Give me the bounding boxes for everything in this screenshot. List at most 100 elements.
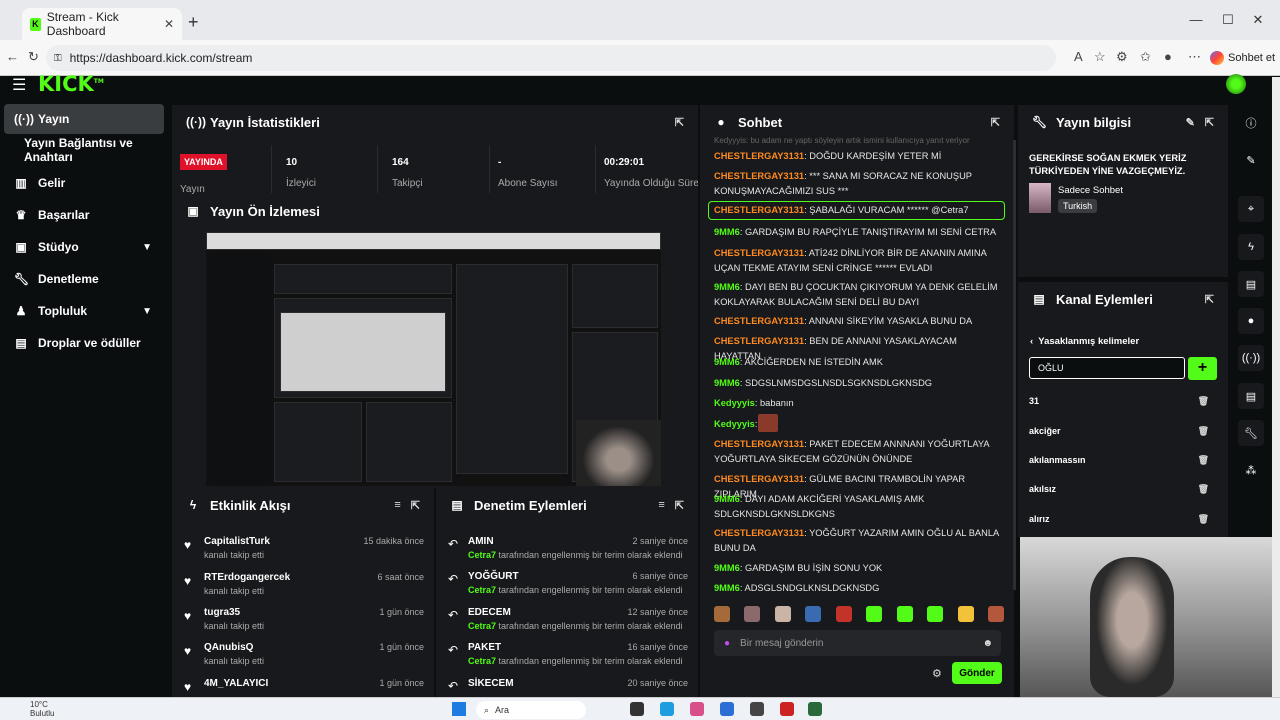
favorite-icon[interactable]: ☆ bbox=[1094, 49, 1106, 65]
chat-username[interactable]: 9MM6 bbox=[714, 282, 740, 292]
add-banned-word-button[interactable]: + bbox=[1188, 357, 1217, 380]
page-scrollbar[interactable] bbox=[1272, 77, 1280, 697]
app-icon[interactable] bbox=[808, 702, 822, 716]
profile-icon[interactable]: ● bbox=[1164, 49, 1172, 64]
sidebar-item-denetleme[interactable]: 🔧︎ Denetleme bbox=[4, 264, 164, 294]
chat-username[interactable]: 9MM6 bbox=[714, 378, 740, 388]
emote-icon[interactable] bbox=[744, 606, 761, 622]
sidebar-item-gelir[interactable]: ▥ Gelir bbox=[4, 168, 164, 198]
chat-icon[interactable]: ● bbox=[1238, 308, 1264, 334]
chat-username[interactable]: CHESTLERGAY3131 bbox=[714, 248, 804, 258]
stream-preview-video[interactable] bbox=[206, 232, 661, 486]
popout-icon[interactable]: ⇱ bbox=[991, 116, 1000, 129]
emoji-icon[interactable]: ☻ bbox=[982, 638, 993, 649]
chat-username[interactable]: CHESTLERGAY3131 bbox=[714, 474, 804, 484]
close-window-icon[interactable]: ✕ bbox=[1248, 12, 1268, 28]
edit-icon[interactable]: ✎ bbox=[1238, 147, 1264, 173]
trash-icon[interactable]: 🗑︎ bbox=[1198, 396, 1209, 407]
emote-icon[interactable] bbox=[896, 606, 913, 622]
filter-icon[interactable]: ≡ bbox=[394, 499, 400, 511]
back-icon[interactable]: ← bbox=[6, 49, 19, 64]
chat-username[interactable]: 9MM6 bbox=[714, 583, 740, 593]
chat-username[interactable]: 9MM6 bbox=[714, 494, 740, 504]
address-bar[interactable]: ⚿ https://dashboard.kick.com/stream bbox=[46, 45, 1056, 71]
popout-icon[interactable]: ⇱ bbox=[411, 499, 420, 512]
broadcast-icon[interactable]: ((·)) bbox=[1238, 345, 1264, 371]
actions-icon[interactable]: ▤ bbox=[1238, 383, 1264, 409]
follower-name[interactable]: RTErdogangercek bbox=[204, 572, 290, 583]
follower-name[interactable]: tugra35 bbox=[204, 607, 240, 618]
chat-username[interactable]: CHESTLERGAY3131 bbox=[714, 171, 804, 181]
emote-icon[interactable] bbox=[805, 606, 822, 622]
banned-word-input[interactable]: OĞLU bbox=[1029, 357, 1185, 379]
browser-tab[interactable]: K Stream - Kick Dashboard ✕ bbox=[22, 8, 182, 40]
undo-icon[interactable]: ↶ bbox=[448, 608, 458, 622]
send-button[interactable]: Gönder bbox=[952, 662, 1002, 684]
chat-username[interactable]: 9MM6 bbox=[714, 227, 740, 237]
capture-icon[interactable]: ⌖ bbox=[1238, 196, 1264, 222]
undo-icon[interactable]: ↶ bbox=[448, 537, 458, 551]
follower-name[interactable]: 4M_YALAYICI bbox=[204, 678, 268, 689]
chat-username[interactable]: CHESTLERGAY3131 bbox=[714, 316, 804, 326]
chat-username[interactable]: CHESTLERGAY3131 bbox=[714, 528, 804, 538]
chat-username[interactable]: CHESTLERGAY3131 bbox=[714, 439, 804, 449]
app-icon[interactable] bbox=[690, 702, 704, 716]
popout-icon[interactable]: ⇱ bbox=[675, 499, 684, 512]
trash-icon[interactable]: 🗑︎ bbox=[1198, 426, 1209, 437]
minimize-icon[interactable]: — bbox=[1186, 12, 1206, 27]
trash-icon[interactable]: 🗑︎ bbox=[1198, 514, 1209, 525]
lightning-icon[interactable]: ϟ bbox=[1238, 234, 1264, 260]
microphone-icon[interactable]: ● bbox=[724, 638, 730, 649]
undo-icon[interactable]: ↶ bbox=[448, 643, 458, 657]
avatar[interactable] bbox=[1226, 74, 1246, 94]
reload-icon[interactable]: ↻ bbox=[28, 49, 39, 65]
kick-logo[interactable]: KICKTM bbox=[38, 72, 104, 96]
mail-icon[interactable] bbox=[720, 702, 734, 716]
chat-input[interactable]: ● Bir mesaj gönderin ☻ bbox=[714, 630, 1001, 656]
emote-icon[interactable] bbox=[866, 606, 883, 622]
chat-username[interactable]: CHESTLERGAY3131 bbox=[714, 151, 804, 161]
follower-name[interactable]: CapitalistTurk bbox=[204, 536, 270, 547]
weather-widget[interactable]: 10°C Bulutlu bbox=[30, 700, 54, 718]
emote-icon[interactable] bbox=[714, 606, 730, 622]
wrench-icon[interactable]: 🔧︎ bbox=[1238, 420, 1264, 446]
filter-icon[interactable]: ≡ bbox=[658, 499, 664, 511]
edge-icon[interactable] bbox=[660, 702, 674, 716]
follower-name[interactable]: QAnubisQ bbox=[204, 642, 253, 653]
favorites-bar-icon[interactable]: ✩ bbox=[1140, 49, 1151, 65]
sidebar-item-droplar[interactable]: ▤ Droplar ve ödüller bbox=[4, 328, 164, 358]
chat-settings-icon[interactable]: ⚙ bbox=[932, 667, 942, 680]
emote-icon[interactable] bbox=[927, 606, 944, 622]
site-info-icon[interactable]: ⚿ bbox=[54, 53, 62, 64]
sidebar-item-basarilar[interactable]: ♛ Başarılar bbox=[4, 200, 164, 230]
menu-icon[interactable]: ☰ bbox=[12, 75, 26, 95]
popout-icon[interactable]: ⇱ bbox=[675, 116, 684, 129]
close-tab-icon[interactable]: ✕ bbox=[164, 17, 174, 31]
chat-username[interactable]: CHESTLERGAY3131 bbox=[714, 205, 804, 215]
chat-username[interactable]: CHESTLERGAY3131 bbox=[714, 336, 804, 346]
more-menu-icon[interactable]: ⋯ bbox=[1188, 49, 1201, 65]
chat-scrollbar[interactable] bbox=[1013, 140, 1016, 590]
new-tab-icon[interactable]: + bbox=[188, 12, 199, 33]
sidebar-item-stream-key[interactable]: Yayın Bağlantısı ve Anahtarı bbox=[4, 135, 164, 165]
apps-icon[interactable]: ⁂ bbox=[1238, 457, 1264, 483]
document-icon[interactable]: ▤ bbox=[1238, 271, 1264, 297]
undo-icon[interactable]: ↶ bbox=[448, 572, 458, 586]
copilot-button[interactable]: Sohbet et bbox=[1210, 46, 1275, 70]
obs-icon[interactable] bbox=[750, 702, 764, 716]
maximize-icon[interactable]: ☐ bbox=[1218, 12, 1238, 28]
read-aloud-icon[interactable]: A bbox=[1074, 49, 1083, 64]
chat-username[interactable]: Kedyyyis bbox=[714, 419, 755, 429]
app-icon[interactable] bbox=[780, 702, 794, 716]
edit-icon[interactable]: ✎ bbox=[1186, 116, 1195, 129]
emote-icon[interactable] bbox=[987, 606, 1004, 622]
emote-icon[interactable] bbox=[774, 606, 791, 622]
trash-icon[interactable]: 🗑︎ bbox=[1198, 484, 1209, 495]
chat-username[interactable]: 9MM6 bbox=[714, 563, 740, 573]
chat-username[interactable]: 9MM6 bbox=[714, 357, 740, 367]
sidebar-item-yayin[interactable]: ((·)) Yayın bbox=[4, 104, 164, 134]
sidebar-item-studyo[interactable]: ▣ Stüdyo ▼ bbox=[4, 232, 164, 262]
task-view-icon[interactable] bbox=[630, 702, 644, 716]
info-icon[interactable]: ⓘ bbox=[1238, 110, 1264, 136]
popout-icon[interactable]: ⇱ bbox=[1205, 293, 1214, 306]
